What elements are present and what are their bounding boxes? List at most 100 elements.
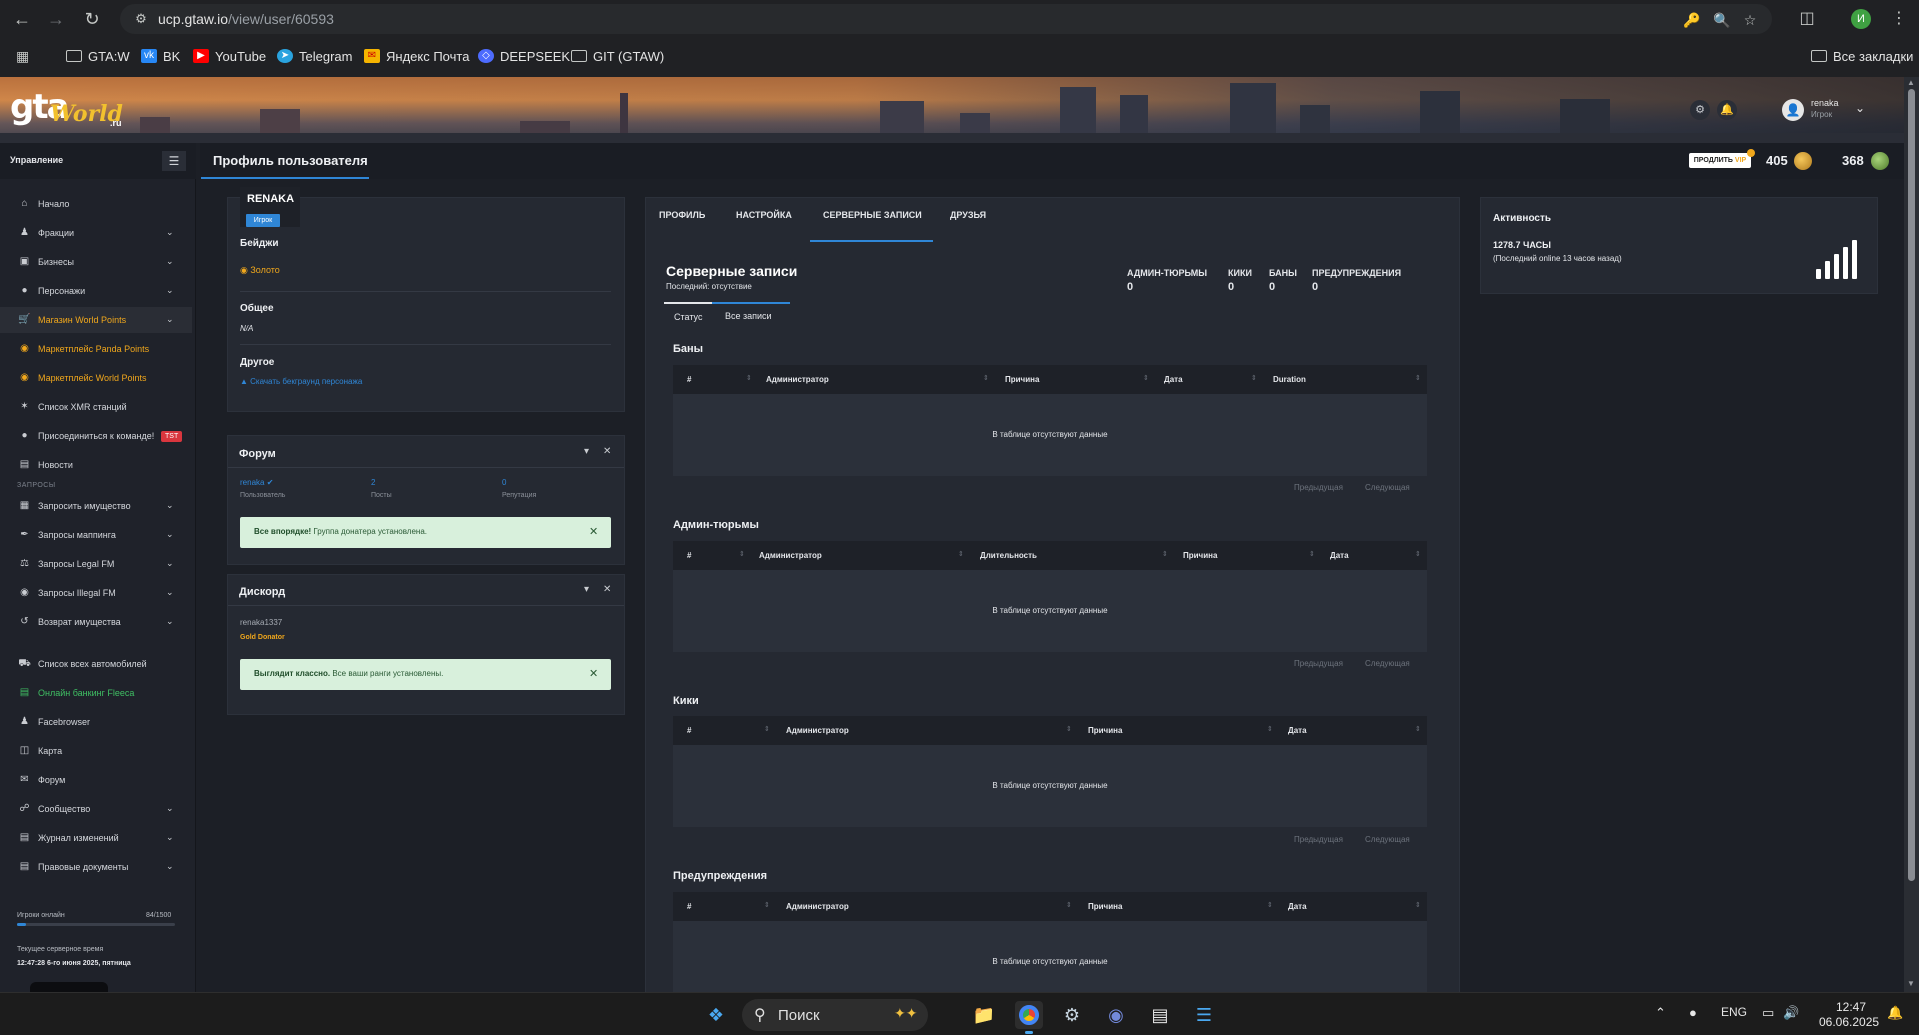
bookmark-gtaw[interactable]: GTA:W bbox=[66, 46, 130, 66]
col-reason[interactable]: Причина bbox=[1005, 375, 1039, 384]
extend-vip-button[interactable]: ПРОДЛИТЬ VIP bbox=[1689, 153, 1751, 168]
extensions-icon[interactable]: ◫ bbox=[1795, 7, 1819, 31]
sidebar-item-illegal-fm[interactable]: ◉ Запросы Illegal FM ⌄ bbox=[0, 580, 192, 606]
scroll-down-icon[interactable]: ▼ bbox=[1907, 979, 1915, 988]
apps-grid-icon[interactable]: ▦ bbox=[16, 46, 29, 66]
col-admin[interactable]: Администратор bbox=[786, 726, 849, 735]
taskbar-time[interactable]: 12:47 bbox=[1836, 1000, 1866, 1014]
sidebar-item-news[interactable]: ▤ Новости bbox=[0, 452, 192, 478]
sidebar-item-xmr-stations[interactable]: ✶ Список XMR станций bbox=[0, 394, 192, 420]
sidebar-item-panda-marketplace[interactable]: ◉ Маркетплейс Panda Points bbox=[0, 336, 192, 362]
input-language[interactable]: ENG bbox=[1721, 1005, 1747, 1019]
sidebar-item-changelog[interactable]: ▤ Журнал изменений ⌄ bbox=[0, 825, 192, 851]
next-page-button[interactable]: Следующая bbox=[1365, 659, 1410, 668]
subtab-status[interactable]: Статус bbox=[674, 312, 702, 322]
col-number[interactable]: # bbox=[687, 726, 691, 735]
bookmark-deepseek[interactable]: ◇ DEEPSEEK bbox=[478, 46, 570, 66]
close-icon[interactable]: ✕ bbox=[603, 446, 611, 457]
sort-icon[interactable]: ⇕ bbox=[1066, 901, 1072, 909]
sort-icon[interactable]: ⇕ bbox=[1309, 550, 1315, 558]
tab-profile[interactable]: ПРОФИЛЬ bbox=[659, 210, 705, 220]
volume-icon[interactable]: 🔊 bbox=[1783, 1005, 1799, 1021]
sidebar-item-world-marketplace[interactable]: ◉ Маркетплейс World Points bbox=[0, 365, 192, 391]
col-admin[interactable]: Администратор bbox=[759, 551, 822, 560]
page-scrollbar[interactable]: ▲ ▼ bbox=[1904, 77, 1919, 992]
tray-overflow-chevron-icon[interactable]: ⌃ bbox=[1655, 1005, 1666, 1021]
file-explorer-icon[interactable]: 📁 bbox=[970, 1001, 998, 1029]
bookmark-youtube[interactable]: ▶ YouTube bbox=[193, 46, 266, 66]
col-reason[interactable]: Причина bbox=[1088, 902, 1122, 911]
col-duration[interactable]: Длительность bbox=[980, 551, 1037, 560]
bookmark-star-icon[interactable]: ☆ bbox=[1740, 11, 1760, 29]
settings-gear-icon[interactable]: ⚙ bbox=[1690, 100, 1710, 120]
col-date[interactable]: Дата bbox=[1288, 902, 1307, 911]
col-reason[interactable]: Причина bbox=[1183, 551, 1217, 560]
taskbar-search[interactable]: ⚲ Поиск ✦✦ bbox=[742, 999, 928, 1031]
zoom-icon[interactable]: 🔍 bbox=[1712, 11, 1732, 29]
next-page-button[interactable]: Следующая bbox=[1365, 483, 1410, 492]
sidebar-item-world-points-shop[interactable]: 🛒 Магазин World Points ⌄ bbox=[0, 307, 192, 333]
user-avatar-icon[interactable]: 👤 bbox=[1782, 99, 1804, 121]
password-key-icon[interactable]: 🔑 bbox=[1682, 11, 1702, 29]
sort-icon[interactable]: ⇕ bbox=[1162, 550, 1168, 558]
sidebar-item-forum[interactable]: ✉ Форум bbox=[0, 767, 192, 793]
sidebar-item-characters[interactable]: ● Персонажи ⌄ bbox=[0, 278, 192, 304]
windows-start-icon[interactable]: ❖ bbox=[702, 1001, 730, 1029]
bookmark-vk[interactable]: vk BK bbox=[141, 46, 180, 66]
sidebar-item-factions[interactable]: ♟ Фракции ⌄ bbox=[0, 220, 192, 246]
sidebar-item-map[interactable]: ◫ Карта bbox=[0, 738, 192, 764]
subtab-all-records[interactable]: Все записи bbox=[725, 311, 772, 321]
download-background-link[interactable]: ▲ Скачать бекграунд персонажа bbox=[240, 377, 362, 386]
sidebar-item-businesses[interactable]: ▣ Бизнесы ⌄ bbox=[0, 249, 192, 275]
tab-friends[interactable]: ДРУЗЬЯ bbox=[950, 210, 986, 220]
sort-icon[interactable]: ⇕ bbox=[1415, 550, 1421, 558]
site-settings-icon[interactable]: ⚙ bbox=[132, 10, 150, 28]
sort-icon[interactable]: ⇕ bbox=[983, 374, 989, 382]
col-reason[interactable]: Причина bbox=[1088, 726, 1122, 735]
col-duration[interactable]: Duration bbox=[1273, 375, 1306, 384]
sort-icon[interactable]: ⇕ bbox=[1415, 374, 1421, 382]
notepad-icon[interactable]: ☰ bbox=[1190, 1001, 1218, 1029]
tab-server-records[interactable]: СЕРВЕРНЫЕ ЗАПИСИ bbox=[823, 210, 922, 220]
col-admin[interactable]: Администратор bbox=[766, 375, 829, 384]
sort-icon[interactable]: ⇕ bbox=[764, 901, 770, 909]
back-button[interactable]: ← bbox=[8, 7, 36, 31]
prev-page-button[interactable]: Предыдущая bbox=[1294, 659, 1343, 668]
alert-close-icon[interactable]: ✕ bbox=[589, 525, 598, 538]
address-bar[interactable]: ⚙ ucp.gtaw.io/view/user/60593 🔑 🔍 ☆ bbox=[120, 4, 1772, 34]
prev-page-button[interactable]: Предыдущая bbox=[1294, 483, 1343, 492]
sort-icon[interactable]: ⇕ bbox=[1415, 901, 1421, 909]
menu-kebab-icon[interactable]: ⋮ bbox=[1887, 7, 1911, 31]
collapse-caret-icon[interactable]: ▾ bbox=[584, 446, 589, 457]
bookmark-git-gtaw[interactable]: GIT (GTAW) bbox=[571, 46, 664, 66]
discord-icon[interactable]: ◉ bbox=[1102, 1001, 1130, 1029]
scroll-up-icon[interactable]: ▲ bbox=[1907, 78, 1915, 87]
sort-icon[interactable]: ⇕ bbox=[746, 374, 752, 382]
forum-user-link[interactable]: renaka ✔ bbox=[240, 478, 273, 487]
prev-page-button[interactable]: Предыдущая bbox=[1294, 835, 1343, 844]
collapse-caret-icon[interactable]: ▾ bbox=[584, 584, 589, 595]
sidebar-item-vehicles[interactable]: ⛟ Список всех автомобилей bbox=[0, 651, 192, 677]
chevron-down-icon[interactable]: ⌄ bbox=[1855, 101, 1865, 115]
sort-icon[interactable]: ⇕ bbox=[1415, 725, 1421, 733]
sort-icon[interactable]: ⇕ bbox=[1066, 725, 1072, 733]
sort-icon[interactable]: ⇕ bbox=[958, 550, 964, 558]
sort-icon[interactable]: ⇕ bbox=[1267, 901, 1273, 909]
sidebar-item-legal-fm[interactable]: ⚖ Запросы Legal FM ⌄ bbox=[0, 551, 192, 577]
col-admin[interactable]: Администратор bbox=[786, 902, 849, 911]
sidebar-item-join-team[interactable]: ● Присоединиться к команде! TST bbox=[0, 423, 192, 449]
col-date[interactable]: Дата bbox=[1288, 726, 1307, 735]
sidebar-item-fleeca-banking[interactable]: ▤ Онлайн банкинг Fleeca bbox=[0, 680, 192, 706]
sidebar-item-community[interactable]: ☍ Сообщество ⌄ bbox=[0, 796, 192, 822]
sort-icon[interactable]: ⇕ bbox=[764, 725, 770, 733]
chrome-icon[interactable] bbox=[1015, 1001, 1043, 1029]
scrollbar-thumb[interactable] bbox=[1908, 89, 1915, 881]
tab-settings[interactable]: НАСТРОЙКА bbox=[736, 210, 792, 220]
alert-close-icon[interactable]: ✕ bbox=[589, 667, 598, 680]
url-text[interactable]: ucp.gtaw.io/view/user/60593 bbox=[158, 11, 334, 27]
sort-icon[interactable]: ⇕ bbox=[739, 550, 745, 558]
profile-avatar[interactable]: И bbox=[1851, 9, 1871, 29]
steam-icon[interactable]: ⚙ bbox=[1058, 1001, 1086, 1029]
next-page-button[interactable]: Следующая bbox=[1365, 835, 1410, 844]
site-logo[interactable]: gta World .ru bbox=[10, 88, 128, 134]
